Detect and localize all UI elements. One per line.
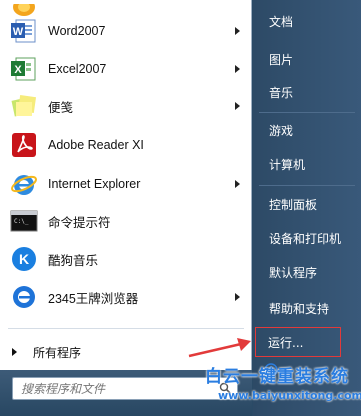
right-item-computer[interactable]: 计算机 [257,149,357,179]
submenu-arrow-icon[interactable] [235,65,240,73]
expand-arrow-icon [12,348,17,356]
submenu-arrow-icon[interactable] [235,27,240,35]
program-item-word[interactable]: W Word2007 [4,13,248,49]
right-item-games[interactable]: 游戏 [257,115,357,145]
right-item-run[interactable]: 运行... [255,327,341,357]
program-label: Word2007 [48,24,106,38]
all-programs-label: 所有程序 [33,345,82,360]
command-prompt-icon: C:\_ [8,205,40,237]
program-item-excel[interactable]: X Excel2007 [4,51,248,87]
annotation-arrow-icon [188,338,251,358]
svg-text:K: K [19,251,29,267]
separator [259,185,355,186]
kugou-music-icon: K [8,243,40,275]
submenu-arrow-icon[interactable] [235,293,240,301]
program-item-2345-browser[interactable]: 2345王牌浏览器 [4,279,248,315]
watermark-title: 白云一键重装系统 [205,367,349,387]
right-item-pictures[interactable]: 图片 [257,44,357,74]
right-item-default-programs[interactable]: 默认程序 [257,257,357,287]
excel-icon: X [8,53,40,85]
svg-text:X: X [14,64,22,76]
program-item-kugou[interactable]: K 酷狗音乐 [4,241,248,277]
svg-text:W: W [13,26,24,38]
search-input[interactable] [13,378,213,399]
program-item-sticky-notes[interactable]: 便笺 [4,88,248,124]
separator [8,328,244,329]
right-item-help-support[interactable]: 帮助和支持 [257,293,357,323]
sticky-notes-icon [8,90,40,122]
word-icon: W [8,15,40,47]
right-item-documents[interactable]: 文档 [257,6,357,36]
adobe-reader-icon [8,129,40,161]
program-item-adobe-reader[interactable]: Adobe Reader XI [4,127,248,163]
submenu-arrow-icon[interactable] [235,180,240,188]
internet-explorer-icon [8,168,40,200]
program-label: 酷狗音乐 [48,253,99,268]
browser-2345-icon [8,281,40,313]
program-label: Excel2007 [48,62,107,76]
program-label: 命令提示符 [48,215,111,230]
right-item-devices-printers[interactable]: 设备和打印机 [257,223,357,253]
program-label: Adobe Reader XI [48,138,144,152]
program-item-internet-explorer[interactable]: Internet Explorer [4,166,248,202]
program-label: 2345王牌浏览器 [48,291,139,306]
svg-text:C:\_: C:\_ [14,218,29,225]
system-links-pane: 文档 图片 音乐 游戏 计算机 控制面板 设备和打印机 默认程序 帮助和支持 运… [253,0,361,416]
program-item-command-prompt[interactable]: C:\_ 命令提示符 [4,203,248,239]
program-label: Internet Explorer [48,177,141,191]
program-label: 便笺 [48,100,74,115]
watermark-url: www.baiyunxitong.com [218,389,361,402]
submenu-arrow-icon[interactable] [235,102,240,110]
separator [259,112,355,113]
right-item-control-panel[interactable]: 控制面板 [257,189,357,219]
right-item-music[interactable]: 音乐 [257,77,357,107]
program-list-pane: W Word2007 X Excel2007 便笺 Adobe Reader X… [0,0,252,370]
